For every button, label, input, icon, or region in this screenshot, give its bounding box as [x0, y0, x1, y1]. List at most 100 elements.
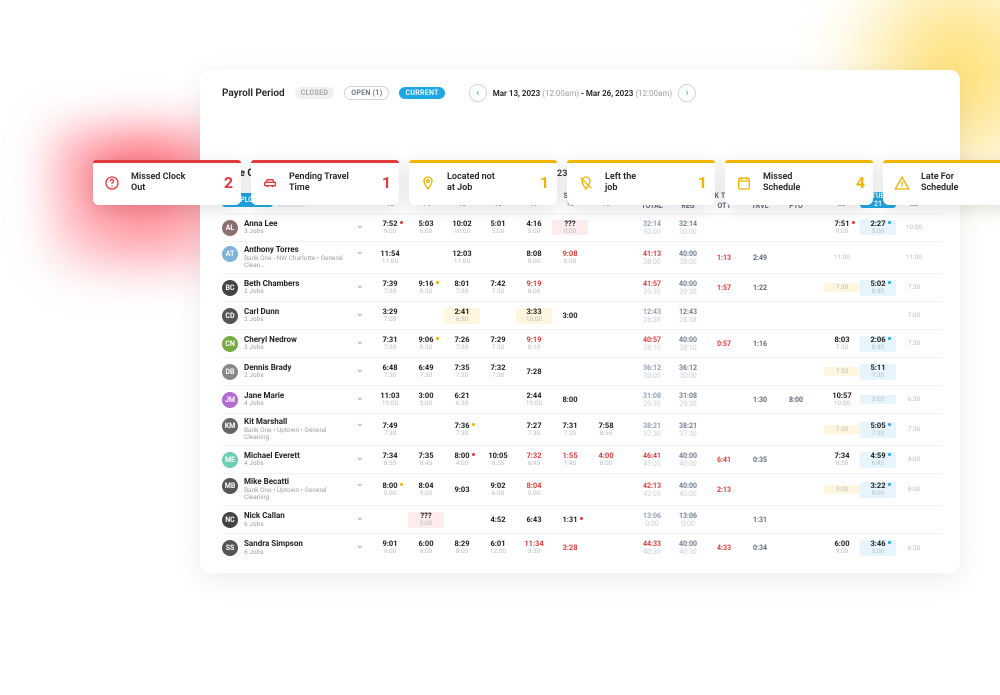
chevron-down-icon[interactable]: ⌄	[356, 336, 368, 347]
time-cell[interactable]: 6:497:30	[408, 364, 444, 380]
time-cell[interactable]: 7:317:30	[552, 422, 588, 438]
time-cell[interactable]: 6:30	[896, 395, 932, 403]
time-cell[interactable]: 5:036:00	[408, 220, 444, 236]
time-cell[interactable]: 8:049:03	[408, 482, 444, 498]
time-cell[interactable]: 2:4410:00	[516, 392, 552, 408]
time-cell[interactable]: 7:427:30	[480, 280, 516, 296]
chevron-down-icon[interactable]: ⌄	[356, 364, 368, 375]
time-cell[interactable]: 9:026:00	[480, 482, 516, 498]
chevron-down-icon[interactable]: ⌄	[356, 392, 368, 403]
time-cell[interactable]: 9:068:30	[408, 336, 444, 352]
time-cell[interactable]: 3:228:00	[860, 482, 896, 498]
time-cell[interactable]: 5:028:30	[860, 280, 896, 296]
time-cell[interactable]: 2:068:30	[860, 336, 896, 352]
time-cell[interactable]: 8:009:00	[372, 482, 408, 498]
time-cell[interactable]: 4:52	[480, 516, 516, 524]
time-cell[interactable]: 7:30	[824, 283, 860, 291]
chip-open[interactable]: OPEN (1)	[344, 86, 389, 100]
time-cell[interactable]: 5:117:30	[860, 364, 896, 380]
time-cell[interactable]: 10:058:55	[480, 452, 516, 468]
time-cell[interactable]: 7:317:30	[372, 336, 408, 352]
time-cell[interactable]: 12:0311:00	[444, 250, 480, 266]
chevron-down-icon[interactable]: ⌄	[356, 220, 368, 231]
time-cell[interactable]: 8:049:00	[516, 482, 552, 498]
time-cell[interactable]: 8:00	[896, 485, 932, 493]
time-cell[interactable]: 7:30	[896, 425, 932, 433]
time-cell[interactable]: 10:0210:00	[444, 220, 480, 236]
time-cell[interactable]: 8:298:00	[444, 540, 480, 556]
time-cell[interactable]: 7:348:55	[824, 452, 860, 468]
time-cell[interactable]: 10:00	[896, 223, 932, 231]
time-cell[interactable]: 6:009:00	[824, 540, 860, 556]
time-cell[interactable]: 11:0310:00	[372, 392, 408, 408]
time-cell[interactable]: 6:216:30	[444, 392, 480, 408]
alert-tile[interactable]: Left the job 1	[567, 160, 715, 205]
time-cell[interactable]: 8:004:00	[444, 452, 480, 468]
time-cell[interactable]: 8:088:00	[516, 250, 552, 266]
time-cell[interactable]: 7:30	[824, 425, 860, 433]
time-cell[interactable]: 9:088:00	[552, 250, 588, 266]
time-cell[interactable]: 11:00	[824, 253, 860, 261]
alert-tile[interactable]: Late For Schedule 6	[883, 160, 1000, 205]
chevron-down-icon[interactable]: ⌄	[356, 540, 368, 551]
period-next-button[interactable]: ›	[678, 84, 696, 102]
time-cell[interactable]: 1:551:45	[552, 452, 588, 468]
time-cell[interactable]: 7:497:30	[372, 422, 408, 438]
time-cell[interactable]: 3:297:08	[372, 308, 408, 324]
period-prev-button[interactable]: ‹	[469, 84, 487, 102]
time-cell[interactable]: 3:003:00	[408, 392, 444, 408]
chip-closed[interactable]: CLOSED	[295, 87, 335, 99]
time-cell[interactable]: 7:348:55	[372, 452, 408, 468]
time-cell[interactable]: 2:275:00	[860, 220, 896, 236]
time-cell[interactable]: 7:277:30	[516, 422, 552, 438]
time-cell[interactable]: ???0:00	[552, 220, 588, 236]
alert-tile[interactable]: Pending Travel Time 1	[251, 160, 399, 205]
time-cell[interactable]: 9:019:00	[372, 540, 408, 556]
time-cell[interactable]: 9:198:00	[516, 280, 552, 296]
time-cell[interactable]: 7:28	[516, 368, 552, 376]
time-cell[interactable]: 4:00	[896, 455, 932, 463]
time-cell[interactable]: 3:3310:00	[516, 308, 552, 324]
time-cell[interactable]: ???0:00	[408, 512, 444, 528]
time-cell[interactable]: 7:30	[824, 367, 860, 375]
time-cell[interactable]: 7:297:30	[480, 336, 516, 352]
alert-tile[interactable]: Missed Clock Out 2	[93, 160, 241, 205]
time-cell[interactable]: 6:008:00	[408, 540, 444, 556]
time-cell[interactable]: 7:326:45	[516, 452, 552, 468]
time-cell[interactable]: 7:357:30	[444, 364, 480, 380]
time-cell[interactable]: 7:30	[896, 339, 932, 347]
time-cell[interactable]: 3:00	[860, 395, 896, 403]
time-cell[interactable]: 3:28	[552, 544, 588, 552]
chevron-down-icon[interactable]: ⌄	[356, 452, 368, 463]
time-cell[interactable]: 9:198:10	[516, 336, 552, 352]
time-cell[interactable]: 4:008:00	[588, 452, 624, 468]
time-cell[interactable]: 3:465:00	[860, 540, 896, 556]
time-cell[interactable]: 6:0112:00	[480, 540, 516, 556]
time-cell[interactable]: 4:596:45	[860, 452, 896, 468]
chip-current[interactable]: CURRENT	[399, 87, 444, 99]
time-cell[interactable]: 3:00	[552, 312, 588, 320]
time-cell[interactable]: 7:267:30	[444, 336, 480, 352]
time-cell[interactable]: 7:588:55	[588, 422, 624, 438]
time-cell[interactable]: 7:529:00	[372, 220, 408, 236]
chevron-down-icon[interactable]: ⌄	[356, 308, 368, 319]
time-cell[interactable]: 8:00	[552, 396, 588, 404]
chevron-down-icon[interactable]: ⌄	[356, 512, 368, 523]
alert-tile[interactable]: Missed Schedule 4	[725, 160, 873, 205]
alert-tile[interactable]: Located not at Job 1	[409, 160, 557, 205]
time-cell[interactable]: 6:487:30	[372, 364, 408, 380]
time-cell[interactable]: 1:31	[552, 516, 588, 524]
time-cell[interactable]: 7:30	[896, 283, 932, 291]
time-cell[interactable]: 10:5710:00	[824, 392, 860, 408]
chevron-down-icon[interactable]: ⌄	[356, 246, 368, 257]
time-cell[interactable]: 9:03	[444, 486, 480, 494]
time-cell[interactable]: 5:057:30	[860, 422, 896, 438]
time-cell[interactable]: 11:5411:00	[372, 250, 408, 266]
time-cell[interactable]: 9:00	[824, 485, 860, 493]
time-cell[interactable]: 7:397:30	[372, 280, 408, 296]
time-cell[interactable]: 7:327:30	[480, 364, 516, 380]
time-cell[interactable]: 11:343:30	[516, 540, 552, 556]
time-cell[interactable]: 11:00	[896, 253, 932, 261]
time-cell[interactable]: 8:017:30	[444, 280, 480, 296]
time-cell[interactable]: 2:416:30	[444, 308, 480, 324]
